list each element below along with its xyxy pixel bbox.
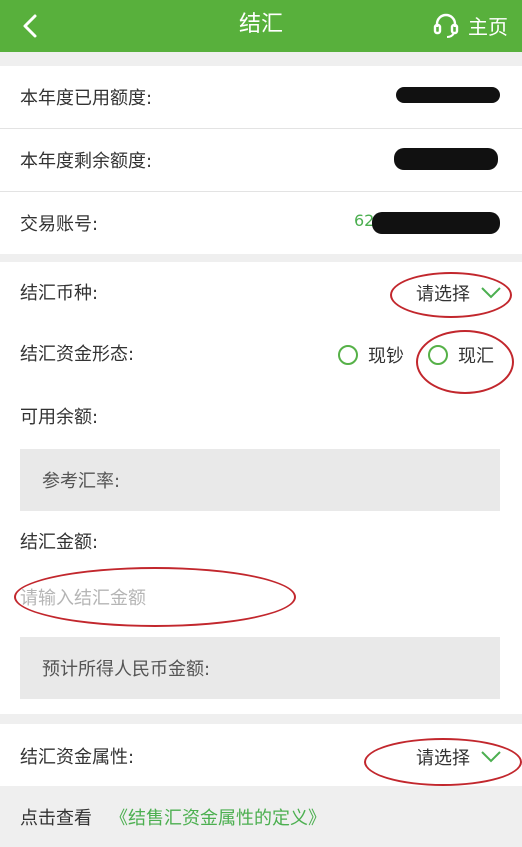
radio-cash[interactable]: 现钞 [338,342,404,368]
reference-rate-label: 参考汇率: [42,471,121,492]
home-button[interactable]: 主页 [432,10,508,40]
trade-account-label: 交易账号: [20,214,99,235]
available-balance-label: 可用余额: [20,407,99,428]
rmb-estimate-box: 预计所得人民币金额: [20,637,500,699]
redacted-account-number [372,212,500,234]
customer-service-icon [433,13,459,38]
amount-label: 结汇金额: [20,532,99,553]
annotation-circle [390,272,512,318]
annotation-circle [364,738,522,786]
home-label: 主页 [468,14,508,39]
redacted-used-quota [396,87,500,103]
rmb-estimate-label: 预计所得人民币金额: [42,659,211,680]
annotation-circle [416,330,514,394]
definition-footer: 点击查看 《结售汇资金属性的定义》 [0,787,522,847]
annotation-circle [14,567,296,627]
fund-form-label: 结汇资金形态: [20,344,135,365]
fund-attribute-label: 结汇资金属性: [20,747,135,768]
reference-rate-box: 参考汇率: [20,449,500,511]
remaining-quota-label: 本年度剩余额度: [20,151,153,172]
footer-prefix: 点击查看 [20,808,92,829]
redacted-remaining-quota [394,148,498,170]
definition-link[interactable]: 《结售汇资金属性的定义》 [110,804,326,830]
used-quota-label: 本年度已用额度: [20,88,153,109]
app-header: 结汇 主页 [0,0,522,52]
radio-cash-label: 现钞 [368,346,404,367]
currency-label: 结汇币种: [20,283,99,304]
radio-circle-icon [338,345,358,365]
